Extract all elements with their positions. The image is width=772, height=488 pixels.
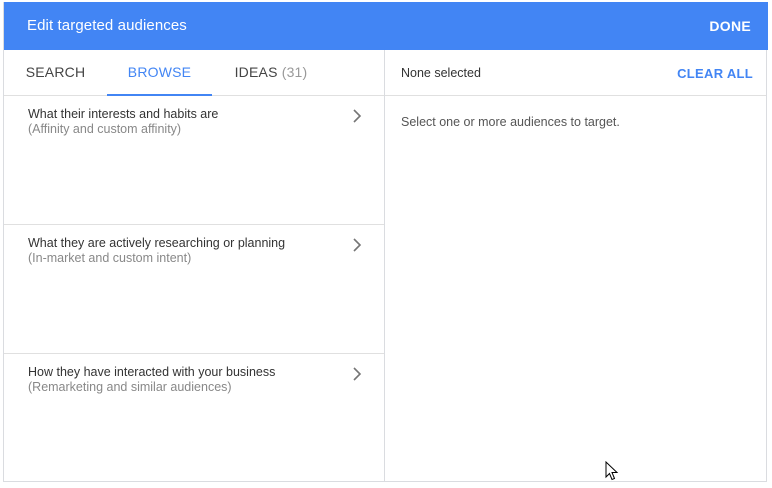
category-affinity[interactable]: What their interests and habits are (Aff… (4, 96, 384, 225)
tab-browse-label: BROWSE (127, 64, 192, 80)
done-button[interactable]: DONE (709, 18, 751, 34)
category-subtitle: (Remarketing and similar audiences) (28, 380, 232, 394)
selection-pane: None selected CLEAR ALL Select one or mo… (385, 50, 766, 482)
chevron-right-icon (353, 238, 362, 252)
selection-header: None selected CLEAR ALL (385, 50, 766, 96)
tab-search-label: SEARCH (25, 64, 86, 80)
tab-browse[interactable]: BROWSE (107, 50, 212, 96)
tab-search[interactable]: SEARCH (18, 50, 93, 95)
mouse-cursor-icon (605, 461, 619, 481)
tab-bar: SEARCH BROWSE IDEAS (31) (4, 50, 384, 96)
tab-ideas-label: IDEAS (234, 64, 282, 80)
clear-all-button[interactable]: CLEAR ALL (677, 66, 753, 81)
selection-status: None selected (401, 66, 481, 80)
category-title: How they have interacted with your busin… (28, 365, 276, 379)
empty-selection-message: Select one or more audiences to target. (401, 115, 620, 129)
category-in-market[interactable]: What they are actively researching or pl… (4, 225, 384, 354)
dialog-title: Edit targeted audiences (27, 17, 187, 34)
edit-audiences-dialog: Edit targeted audiences DONE SEARCH BROW… (3, 2, 768, 482)
category-title: What their interests and habits are (28, 107, 219, 121)
tab-ideas-count: (31) (281, 64, 308, 80)
category-title: What they are actively researching or pl… (28, 236, 286, 250)
browse-pane: SEARCH BROWSE IDEAS (31) What their inte… (4, 50, 385, 482)
tab-ideas[interactable]: IDEAS (31) (226, 50, 316, 95)
category-remarketing[interactable]: How they have interacted with your busin… (4, 354, 384, 483)
chevron-right-icon (353, 367, 362, 381)
dialog-header: Edit targeted audiences DONE (4, 2, 768, 50)
chevron-right-icon (353, 109, 362, 123)
category-subtitle: (In-market and custom intent) (28, 251, 192, 265)
category-subtitle: (Affinity and custom affinity) (28, 122, 182, 136)
